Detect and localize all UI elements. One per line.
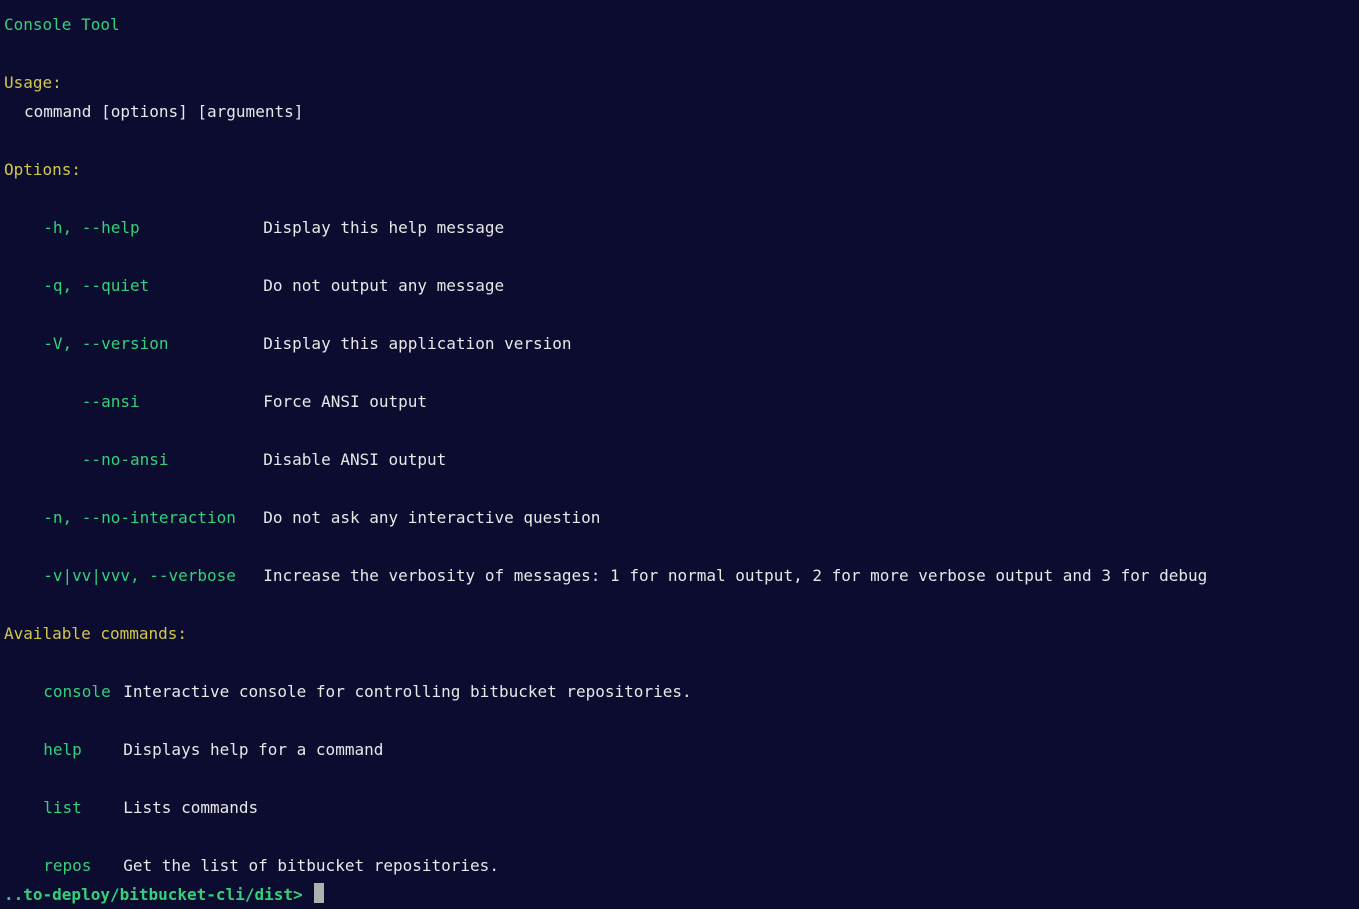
command-desc: Get the list of bitbucket repositories. xyxy=(123,856,499,875)
command-row: reposGet the list of bitbucket repositor… xyxy=(4,822,1355,880)
option-row: --no-ansiDisable ANSI output xyxy=(4,416,1355,474)
command-name: console xyxy=(43,677,123,706)
cursor-icon xyxy=(314,883,324,903)
command-name: repos xyxy=(43,851,123,880)
option-desc: Do not ask any interactive question xyxy=(263,508,600,527)
option-desc: Display this help message xyxy=(263,218,504,237)
option-row: --ansiForce ANSI output xyxy=(4,358,1355,416)
command-row: helpDisplays help for a command xyxy=(4,706,1355,764)
command-desc: Displays help for a command xyxy=(123,740,383,759)
usage-heading: Usage: xyxy=(4,68,1355,97)
option-row: -v|vv|vvv, --verboseIncrease the verbosi… xyxy=(4,532,1355,590)
option-row: -n, --no-interactionDo not ask any inter… xyxy=(4,474,1355,532)
option-flag: -v|vv|vvv, --verbose xyxy=(43,561,263,590)
command-row: consoleInteractive console for controlli… xyxy=(4,648,1355,706)
option-desc: Increase the verbosity of messages: 1 fo… xyxy=(263,566,1207,585)
option-flag: --ansi xyxy=(43,387,263,416)
command-name: help xyxy=(43,735,123,764)
prompt-path: ..to-deploy/bitbucket-cli/dist> xyxy=(4,885,312,904)
command-name: list xyxy=(43,793,123,822)
command-row: listLists commands xyxy=(4,764,1355,822)
option-flag: -n, --no-interaction xyxy=(43,503,263,532)
option-desc: Display this application version xyxy=(263,334,571,353)
option-flag: -V, --version xyxy=(43,329,263,358)
option-flag: -q, --quiet xyxy=(43,271,263,300)
option-desc: Disable ANSI output xyxy=(263,450,446,469)
app-title: Console Tool xyxy=(4,10,1355,39)
option-flag: -h, --help xyxy=(43,213,263,242)
commands-heading: Available commands: xyxy=(4,619,1355,648)
usage-line: command [options] [arguments] xyxy=(4,97,1355,126)
option-row: -h, --helpDisplay this help message xyxy=(4,184,1355,242)
command-desc: Lists commands xyxy=(123,798,258,817)
options-heading: Options: xyxy=(4,155,1355,184)
option-desc: Force ANSI output xyxy=(263,392,427,411)
blank-line xyxy=(4,126,1355,155)
command-desc: Interactive console for controlling bitb… xyxy=(123,682,691,701)
prompt-line[interactable]: ..to-deploy/bitbucket-cli/dist> xyxy=(4,880,1355,909)
option-flag: --no-ansi xyxy=(43,445,263,474)
option-row: -q, --quietDo not output any message xyxy=(4,242,1355,300)
option-desc: Do not output any message xyxy=(263,276,504,295)
blank-line xyxy=(4,39,1355,68)
option-row: -V, --versionDisplay this application ve… xyxy=(4,300,1355,358)
blank-line xyxy=(4,590,1355,619)
